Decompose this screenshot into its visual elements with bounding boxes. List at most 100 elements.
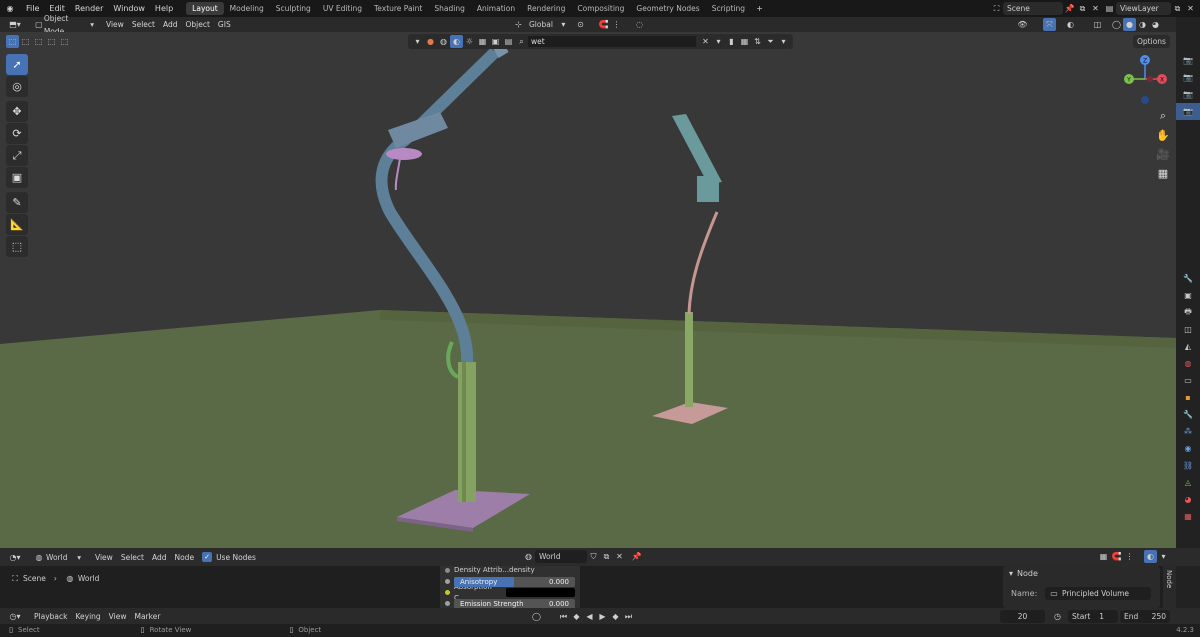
- select-invert-icon[interactable]: ⬚: [45, 35, 58, 48]
- auto-keying-icon[interactable]: ◯: [530, 610, 543, 623]
- clear-search-icon[interactable]: ✕: [699, 35, 712, 48]
- menu-help[interactable]: Help: [150, 0, 178, 17]
- properties-render-icon[interactable]: ▣: [1176, 287, 1200, 304]
- end-frame-field[interactable]: End 250: [1120, 610, 1170, 623]
- overlay-icon[interactable]: ◐: [1144, 550, 1157, 563]
- properties-data-icon[interactable]: ◬: [1176, 474, 1200, 491]
- tab-texture-paint[interactable]: Texture Paint: [368, 2, 428, 15]
- remove-scene-icon[interactable]: ✕: [1089, 2, 1102, 15]
- socket-icon[interactable]: [445, 568, 450, 573]
- viewport-menu-select[interactable]: Select: [128, 18, 159, 31]
- editor-type-icon[interactable]: ⬒▾: [6, 18, 24, 31]
- select-subtract-icon[interactable]: ⬚: [32, 35, 45, 48]
- filter-options-icon[interactable]: ▾: [712, 35, 725, 48]
- tab-layout[interactable]: Layout: [186, 2, 224, 15]
- visibility-icon[interactable]: 👁: [1016, 18, 1029, 31]
- transform-orientation[interactable]: ⊹ Global ▾ ⊙ 🧲 ⋮ ◌: [512, 18, 646, 31]
- viewport-menu-gis[interactable]: GIS: [214, 18, 235, 31]
- funnel-icon[interactable]: ⏷: [764, 35, 777, 48]
- xray-icon[interactable]: ◫: [1091, 18, 1104, 31]
- blender-logo-icon[interactable]: ◉: [3, 2, 17, 15]
- timeline-menu-playback[interactable]: Playback: [30, 610, 71, 623]
- texture-filter-icon[interactable]: ▤: [502, 35, 515, 48]
- properties-constraint-icon[interactable]: ⛓: [1176, 457, 1200, 474]
- timeline-menu-view[interactable]: View: [105, 610, 131, 623]
- socket-icon[interactable]: [445, 601, 450, 606]
- current-frame-field[interactable]: 20: [1000, 610, 1045, 623]
- menu-file[interactable]: File: [21, 0, 44, 17]
- chevron-down-icon[interactable]: ▾: [777, 35, 790, 48]
- play-icon[interactable]: ▶: [596, 610, 609, 623]
- camera-view-icon[interactable]: 🎥: [1154, 145, 1172, 163]
- chevron-down-icon[interactable]: ▾: [1157, 550, 1170, 563]
- properties-particles-icon[interactable]: ⁂: [1176, 423, 1200, 440]
- properties-output-icon[interactable]: 🖶: [1176, 304, 1200, 321]
- tab-scripting[interactable]: Scripting: [706, 2, 751, 15]
- bookmark-icon[interactable]: ▮: [725, 35, 738, 48]
- node-menu-select[interactable]: Select: [117, 551, 148, 564]
- node-menu-node[interactable]: Node: [170, 551, 198, 564]
- properties-material-icon[interactable]: ◕: [1176, 491, 1200, 508]
- properties-view-layer-icon[interactable]: ◫: [1176, 321, 1200, 338]
- shader-type-selector[interactable]: ◍ World ▾: [30, 550, 85, 564]
- node-editor-canvas[interactable]: ⛶ Scene › ◍ World Density Attrib... densi…: [0, 566, 1176, 608]
- sort-icon[interactable]: ⇅: [751, 35, 764, 48]
- tab-modeling[interactable]: Modeling: [224, 2, 270, 15]
- properties-world-icon[interactable]: ◍: [1176, 355, 1200, 372]
- unlink-icon[interactable]: ✕: [613, 550, 626, 563]
- navigation-gizmo[interactable]: Z X Y: [1120, 54, 1170, 104]
- add-workspace-button[interactable]: +: [753, 2, 766, 15]
- select-box-tool[interactable]: ➚: [6, 54, 28, 75]
- properties-physics-icon[interactable]: ◉: [1176, 440, 1200, 457]
- 3d-viewport[interactable]: ➚◎✥⟳⤢▣✎📐⬚ ⬚ ⬚ ⬚ ⬚ ⬚ ▾ ● ◍ ◐ ☼ ▦ ▣ ▤ ⌕ ✕ …: [0, 32, 1176, 548]
- next-keyframe-icon[interactable]: ◆: [609, 610, 622, 623]
- select-new-icon[interactable]: ⬚: [6, 35, 19, 48]
- node-field-value[interactable]: density: [509, 566, 535, 576]
- editor-type-icon[interactable]: ◔▾: [6, 551, 24, 564]
- annotate-tool[interactable]: ✎: [6, 192, 28, 213]
- proportional-edit-icon[interactable]: ◌: [633, 18, 646, 31]
- tab-shading[interactable]: Shading: [428, 2, 470, 15]
- checkbox-icon[interactable]: ✓: [202, 552, 213, 562]
- pan-hand-icon[interactable]: ✋: [1154, 126, 1172, 144]
- gizmo-toggle-icon[interactable]: ⤧: [1043, 18, 1056, 31]
- select-intersect-icon[interactable]: ⬚: [58, 35, 71, 48]
- mode-selector[interactable]: ▢ Object Mode ▾: [30, 14, 98, 36]
- snap-options-icon[interactable]: ⋮: [1123, 550, 1136, 563]
- outliner-camera-icon[interactable]: 📷: [1176, 69, 1200, 86]
- rendered-shading-icon[interactable]: ◕: [1149, 18, 1162, 31]
- cursor-tool[interactable]: ◎: [6, 76, 28, 97]
- snap-icon[interactable]: 🧲: [597, 18, 610, 31]
- tab-animation[interactable]: Animation: [471, 2, 521, 15]
- node-panel-tab[interactable]: Node: [1163, 566, 1176, 608]
- node-menu-view[interactable]: View: [91, 551, 117, 564]
- world-icon[interactable]: ◍: [437, 35, 450, 48]
- wireframe-shading-icon[interactable]: ◯: [1110, 18, 1123, 31]
- node-name-field[interactable]: ▭ Principled Volume: [1045, 586, 1151, 600]
- material-shading-icon[interactable]: ◑: [1136, 18, 1149, 31]
- transform-tool[interactable]: ▣: [6, 167, 28, 188]
- socket-icon[interactable]: [445, 579, 450, 584]
- backdrop-icon[interactable]: ▦: [1097, 550, 1110, 563]
- measure-tool[interactable]: 📐: [6, 214, 28, 235]
- tab-geometry-nodes[interactable]: Geometry Nodes: [630, 2, 705, 15]
- properties-collection-icon[interactable]: ▭: [1176, 372, 1200, 389]
- pin-icon[interactable]: 📌: [630, 550, 643, 563]
- color-swatch[interactable]: [505, 588, 575, 597]
- grid-filter-icon[interactable]: ▦: [476, 35, 489, 48]
- principled-volume-node[interactable]: Density Attrib... density Anisotropy 0.000 A…: [440, 566, 580, 608]
- start-frame-field[interactable]: Start 1: [1068, 610, 1118, 623]
- properties-texture-icon[interactable]: ▦: [1176, 508, 1200, 525]
- new-scene-icon[interactable]: ⧉: [1076, 2, 1089, 15]
- node-field-slider[interactable]: Anisotropy 0.000: [453, 576, 575, 587]
- stopwatch-icon[interactable]: ◷: [1051, 610, 1064, 623]
- grid-view-icon[interactable]: ▦: [738, 35, 751, 48]
- scale-tool[interactable]: ⤢: [6, 145, 28, 166]
- orientation-label[interactable]: Global: [525, 18, 557, 31]
- perspective-toggle-icon[interactable]: ▦: [1154, 164, 1172, 182]
- scene-selector[interactable]: ⛶ Scene 📌 ⧉ ✕: [990, 2, 1102, 15]
- snap-node-icon[interactable]: 🧲: [1110, 550, 1123, 563]
- properties-modifier-icon[interactable]: 🔧: [1176, 406, 1200, 423]
- select-extend-icon[interactable]: ⬚: [19, 35, 32, 48]
- light-filter-icon[interactable]: ☼: [463, 35, 476, 48]
